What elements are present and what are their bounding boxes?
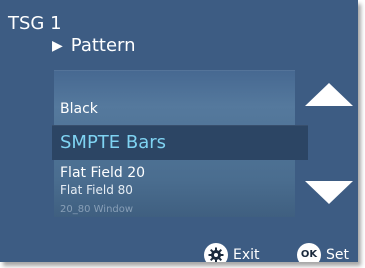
gear-icon [204, 243, 228, 262]
list-item[interactable]: 20_80 Window [60, 204, 133, 216]
breadcrumb-label: Pattern [70, 35, 136, 56]
list-item[interactable]: Black [60, 100, 98, 118]
exit-label: Exit [233, 247, 260, 262]
set-label: Set [326, 247, 349, 262]
list-item-label: SMPTE Bars [60, 132, 167, 153]
play-arrow-icon: ▶ [52, 38, 63, 54]
device-screen: TSG 1 ▶ Pattern Black SMPTE Bars Flat Fie… [0, 0, 358, 262]
list-item-selected[interactable]: SMPTE Bars [52, 125, 308, 160]
set-button[interactable]: OK Set [297, 243, 349, 262]
page-title: TSG 1 [8, 13, 62, 34]
ok-icon: OK [297, 243, 321, 262]
list-item[interactable]: Flat Field 20 [60, 165, 145, 181]
breadcrumb: ▶ Pattern [52, 36, 136, 56]
list-item[interactable]: Flat Field 80 [60, 183, 133, 197]
exit-button[interactable]: Exit [204, 243, 260, 262]
scroll-up-arrow-icon[interactable] [305, 83, 353, 106]
scroll-down-arrow-icon[interactable] [305, 181, 353, 204]
ok-icon-text: OK [300, 249, 318, 260]
